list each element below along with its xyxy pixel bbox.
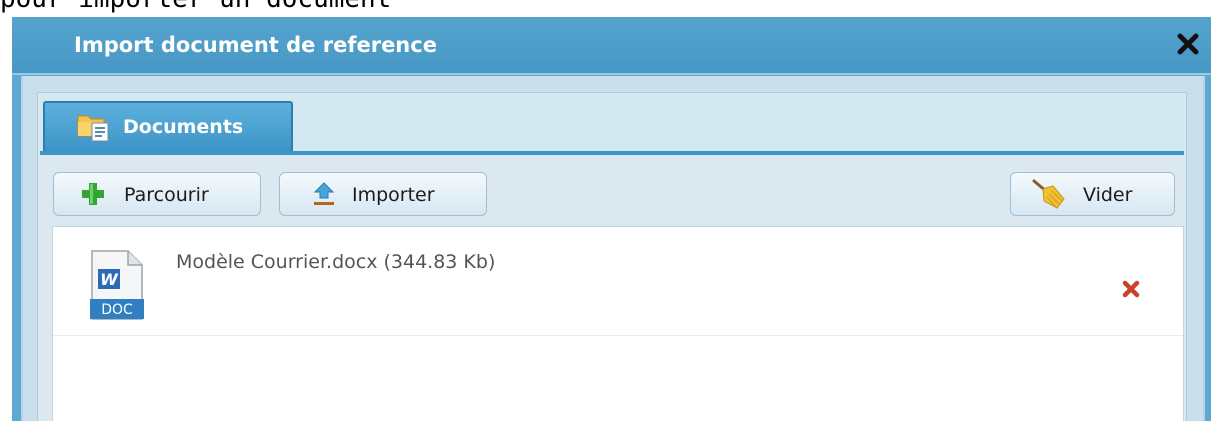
file-list: W DOC Modèle Courrier.docx (344.83 Kb) (52, 226, 1184, 421)
tab-bar: Documents (40, 95, 1184, 155)
plus-icon (82, 183, 104, 205)
clear-button[interactable]: Vider (1010, 172, 1175, 216)
file-name: Modèle Courrier.docx (344.83 Kb) (176, 251, 496, 273)
dialog-title: Import document de reference (74, 33, 437, 57)
browse-button[interactable]: Parcourir (53, 172, 261, 216)
dialog-titlebar: Import document de reference (12, 17, 1211, 75)
import-button-label: Importer (352, 184, 435, 206)
page: pour importer un document Import documen… (0, 0, 1211, 421)
tab-documents[interactable]: Documents (43, 101, 293, 151)
browse-button-label: Parcourir (124, 184, 209, 206)
documents-panel: Documents Parcourir Importer Vider W DOC… (37, 92, 1187, 421)
word-doc-icon: W DOC (90, 250, 144, 320)
close-icon (1177, 33, 1199, 55)
list-item: W DOC Modèle Courrier.docx (344.83 Kb) (53, 227, 1183, 336)
import-button[interactable]: Importer (279, 172, 487, 216)
toolbar: Parcourir Importer Vider (40, 155, 1184, 223)
broom-icon (1032, 179, 1065, 209)
upload-icon (313, 182, 335, 205)
clear-button-label: Vider (1083, 184, 1133, 206)
dialog-body: Documents Parcourir Importer Vider W DOC… (21, 76, 1205, 421)
tab-documents-label: Documents (123, 116, 244, 138)
remove-file-button[interactable] (1121, 279, 1141, 299)
close-button[interactable] (1171, 27, 1205, 61)
documents-folder-icon (77, 115, 109, 142)
background-text: pour importer un document (0, 0, 391, 12)
remove-icon (1122, 280, 1140, 298)
import-dialog: Import document de reference Documents P… (12, 17, 1211, 421)
word-doc-badge: DOC (101, 302, 133, 318)
word-doc-letter: W (100, 270, 119, 289)
